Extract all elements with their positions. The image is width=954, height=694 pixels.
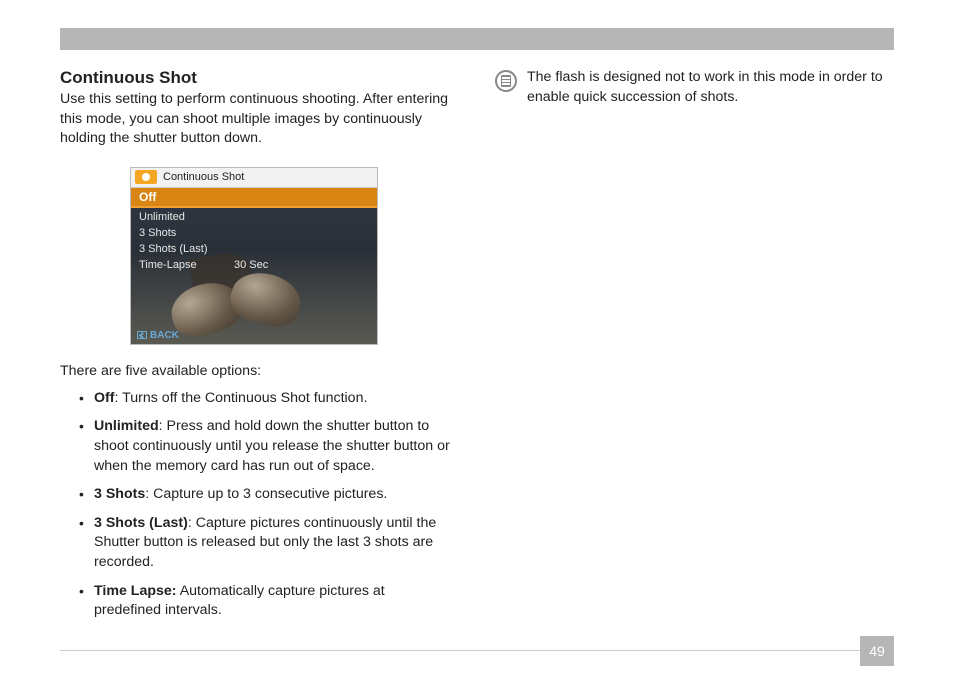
screenshot-option: 3 Shots (Last) [139,242,268,258]
screenshot-titlebar: Continuous Shot [131,168,377,188]
screenshot-title: Continuous Shot [163,171,244,183]
note-icon [495,70,517,92]
left-column: Continuous Shot Use this setting to perf… [60,68,455,630]
ui-screenshot: Continuous Shot Off Unlimited 3 Shots 3 … [130,167,378,345]
screenshot-selected-row: Off [131,188,377,208]
note: The flash is designed not to work in thi… [495,68,894,108]
back-icon [137,331,147,339]
screenshot-back: BACK [137,330,179,341]
list-item: Unlimited: Press and hold down the shutt… [94,417,455,476]
section-heading: Continuous Shot [60,68,455,88]
list-item: Time Lapse: Automatically capture pictur… [94,582,455,621]
options-list: Off: Turns off the Continuous Shot funct… [60,389,455,621]
options-intro: There are five available options: [60,363,455,379]
list-item: 3 Shots: Capture up to 3 consecutive pic… [94,485,455,505]
screenshot-option: 3 Shots [139,226,268,242]
note-text: The flash is designed not to work in thi… [527,68,894,108]
camera-icon [135,170,157,184]
intro-text: Use this setting to perform continuous s… [60,90,455,149]
list-item: 3 Shots (Last): Capture pictures continu… [94,514,455,573]
screenshot-option-list: Unlimited 3 Shots 3 Shots (Last) Time-La… [139,210,268,274]
page-number: 49 [860,636,894,666]
list-item: Off: Turns off the Continuous Shot funct… [94,389,455,409]
page-content: Continuous Shot Use this setting to perf… [60,68,894,630]
screenshot-option: Time-Lapse30 Sec [139,258,268,274]
screenshot-option: Unlimited [139,210,268,226]
header-bar [60,28,894,50]
screenshot-body: Off Unlimited 3 Shots 3 Shots (Last) Tim… [131,188,377,344]
footer-rule [60,650,860,651]
right-column: The flash is designed not to work in thi… [495,68,894,630]
